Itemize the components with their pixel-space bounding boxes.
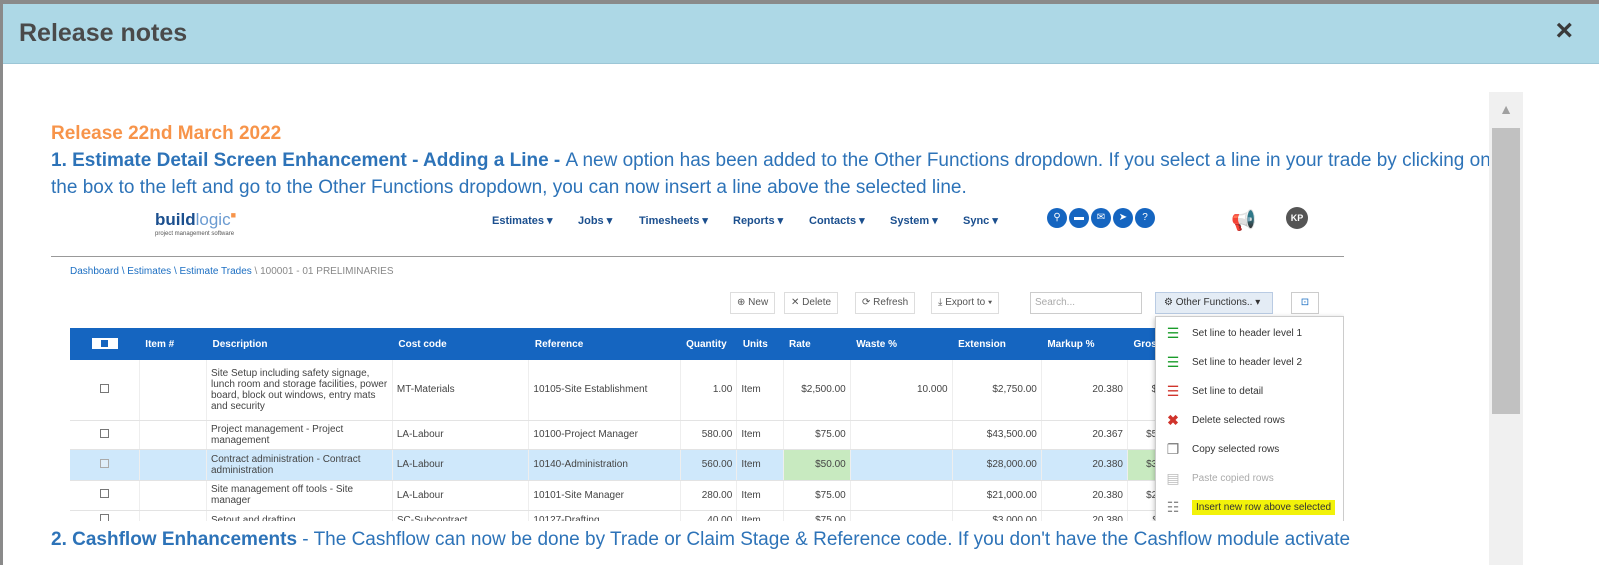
breadcrumb-dashboard[interactable]: Dashboard xyxy=(70,266,119,277)
dd-insert-row-above[interactable]: ☷ Insert new row above selected xyxy=(1156,493,1343,521)
dd-copy-rows[interactable]: ❐ Copy selected rows xyxy=(1156,435,1343,464)
delete-icon: ✖ xyxy=(1167,412,1179,428)
avatar[interactable]: KP xyxy=(1286,207,1308,229)
folder-icon[interactable]: ▬ xyxy=(1069,208,1089,228)
header-level-2-icon: ☰ xyxy=(1166,354,1180,370)
line-detail-icon: ☰ xyxy=(1166,383,1180,399)
row-checkbox[interactable] xyxy=(70,420,140,450)
insert-row-icon: ☷ xyxy=(1166,499,1180,515)
row-checkbox[interactable] xyxy=(70,510,140,521)
nav-estimates[interactable]: Estimates ▾ xyxy=(492,214,553,227)
table-row-selected[interactable]: Contract administration - Contract admin… xyxy=(70,449,1191,481)
col-quantity[interactable]: Quantity xyxy=(680,328,737,360)
table-header-row: Item # Description Cost code Reference Q… xyxy=(70,328,1190,360)
col-markup[interactable]: Markup % xyxy=(1041,328,1128,360)
col-rate[interactable]: Rate xyxy=(783,328,851,360)
new-button[interactable]: ⊕ New xyxy=(730,292,776,314)
close-button[interactable]: × xyxy=(1555,16,1573,46)
row-checkbox[interactable] xyxy=(70,360,140,421)
row-checkbox[interactable] xyxy=(70,449,140,481)
other-functions-dropdown: ☰ Set line to header level 1 ☰ Set line to… xyxy=(1155,316,1344,521)
col-units[interactable]: Units xyxy=(736,328,784,360)
nav-reports[interactable]: Reports ▾ xyxy=(733,214,783,227)
mail-icon[interactable]: ✉ xyxy=(1091,208,1111,228)
col-cost-code[interactable]: Cost code xyxy=(392,328,529,360)
release-item-1: 1. Estimate Detail Screen Enhancement - … xyxy=(51,147,1491,201)
dd-delete-rows[interactable]: ✖ Delete selected rows xyxy=(1156,406,1343,435)
table-row[interactable]: Site management off tools - Site manager… xyxy=(70,480,1191,511)
item-2-dash: - xyxy=(297,529,314,550)
item-2-text: The Cashflow can now be done by Trade or… xyxy=(313,529,1351,550)
nav-contacts[interactable]: Contacts ▾ xyxy=(809,214,865,227)
col-reference[interactable]: Reference xyxy=(528,328,681,360)
nav-jobs[interactable]: Jobs ▾ xyxy=(578,214,612,227)
dd-set-header-level-2[interactable]: ☰ Set line to header level 2 xyxy=(1156,348,1343,377)
nav-icon-group: ⚲ ▬ ✉ ➤? xyxy=(1047,208,1157,228)
buildlogic-logo: buildlogic■ xyxy=(155,210,237,229)
estimate-detail-table: Item # Description Cost code Reference Q… xyxy=(70,328,1191,521)
help-icon[interactable]: ? xyxy=(1135,208,1155,228)
breadcrumb-estimate-trades[interactable]: Estimate Trades xyxy=(180,266,252,277)
delete-button[interactable]: ✕ Delete xyxy=(784,292,839,314)
item-2-heading: 2. Cashflow Enhancements xyxy=(51,529,298,550)
megaphone-icon[interactable]: 📢 xyxy=(1231,208,1256,233)
table-row[interactable]: Project management - Project management … xyxy=(70,420,1191,450)
search-input[interactable]: Search... xyxy=(1030,292,1142,314)
logo-subtitle: project management software xyxy=(155,231,235,237)
header-level-1-icon: ☰ xyxy=(1166,325,1180,341)
release-title: Release 22nd March 2022 xyxy=(51,123,282,144)
table-row[interactable]: Site Setup including safety signage, lun… xyxy=(70,360,1191,421)
modal-title: Release notes xyxy=(19,19,188,47)
col-description[interactable]: Description xyxy=(206,328,393,360)
app-navbar: buildlogic■ project management software … xyxy=(51,199,1344,257)
refresh-button[interactable]: ⟳ Refresh xyxy=(855,292,916,314)
table-row[interactable]: Setout and drafting SC-Subcontract 10127… xyxy=(70,510,1191,521)
export-button[interactable]: ⤓ Export to ▾ xyxy=(931,292,1000,314)
release-content: Release 22nd March 2022 1. Estimate Deta… xyxy=(51,120,1491,201)
other-functions-button[interactable]: ⚙ Other Functions.. ▾ xyxy=(1155,292,1273,314)
col-item[interactable]: Item # xyxy=(139,328,207,360)
release-item-2: 2. Cashflow Enhancements - The Cashflow … xyxy=(51,526,1491,553)
dd-paste-rows: ▤ Paste copied rows xyxy=(1156,464,1343,493)
breadcrumb: Dashboard \ Estimates \ Estimate Trades … xyxy=(70,266,394,277)
row-checkbox[interactable] xyxy=(70,480,140,511)
col-extension[interactable]: Extension xyxy=(952,328,1042,360)
scrollbar[interactable]: ▲ xyxy=(1489,92,1523,565)
breadcrumb-estimates[interactable]: Estimates xyxy=(127,266,171,277)
nav-sync[interactable]: Sync ▾ xyxy=(963,214,998,227)
breadcrumb-current: \ 100001 - 01 PRELIMINARIES xyxy=(251,266,394,277)
export-icon[interactable]: ⊡ xyxy=(1291,292,1319,314)
send-icon[interactable]: ➤ xyxy=(1113,208,1133,228)
scroll-up-arrow-icon[interactable]: ▲ xyxy=(1489,92,1523,126)
dd-set-line-detail[interactable]: ☰ Set line to detail xyxy=(1156,377,1343,406)
search-icon[interactable]: ⚲ xyxy=(1047,208,1067,228)
dd-set-header-level-1[interactable]: ☰ Set line to header level 1 xyxy=(1156,319,1343,348)
release-notes-modal: Release notes × Release 22nd March 2022 … xyxy=(3,4,1599,565)
col-waste[interactable]: Waste % xyxy=(850,328,953,360)
nav-timesheets[interactable]: Timesheets ▾ xyxy=(639,214,708,227)
select-all-header[interactable] xyxy=(70,328,140,360)
item-1-heading: 1. Estimate Detail Screen Enhancement - … xyxy=(51,150,549,171)
embedded-screenshot: buildlogic■ project management software … xyxy=(51,199,1344,521)
scroll-thumb[interactable] xyxy=(1492,128,1520,414)
copy-icon: ❐ xyxy=(1166,441,1180,457)
nav-system[interactable]: System ▾ xyxy=(890,214,938,227)
modal-header: Release notes × xyxy=(3,4,1599,64)
paste-icon: ▤ xyxy=(1166,470,1180,486)
item-1-dash: - xyxy=(548,150,566,171)
